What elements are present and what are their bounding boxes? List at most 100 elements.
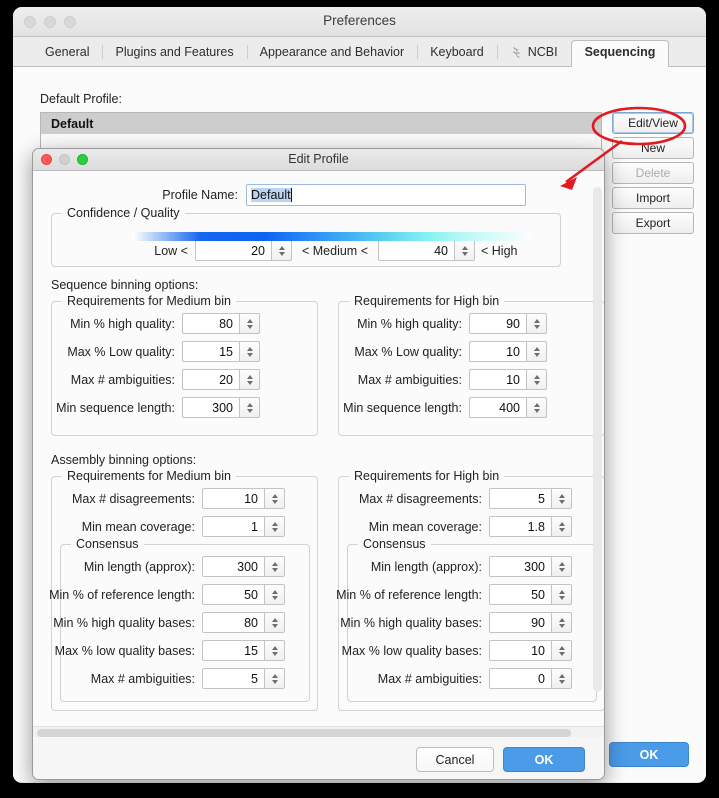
stepper[interactable]: 5: [202, 668, 285, 689]
chevron-up-icon[interactable]: [558, 521, 565, 526]
stepper-buttons[interactable]: [239, 397, 260, 418]
import-button[interactable]: Import: [612, 187, 694, 209]
chevron-up-icon[interactable]: [558, 673, 565, 678]
stepper[interactable]: 10: [469, 341, 547, 362]
list-item[interactable]: Default: [41, 113, 601, 134]
ok-button[interactable]: OK: [503, 747, 585, 772]
chevron-down-icon[interactable]: [533, 352, 540, 357]
chevron-down-icon[interactable]: [246, 352, 253, 357]
field-value[interactable]: 1.8: [489, 516, 551, 537]
field-value[interactable]: 0: [489, 668, 551, 689]
chevron-up-icon[interactable]: [558, 589, 565, 594]
stepper-buttons[interactable]: [271, 240, 292, 261]
edit-view-button[interactable]: Edit/View: [612, 112, 694, 134]
stepper[interactable]: 80: [202, 612, 285, 633]
low-threshold-stepper[interactable]: 20: [195, 240, 292, 261]
stepper[interactable]: 5: [489, 488, 572, 509]
chevron-down-icon[interactable]: [558, 567, 565, 572]
chevron-down-icon[interactable]: [558, 651, 565, 656]
chevron-down-icon[interactable]: [271, 499, 278, 504]
stepper-buttons[interactable]: [264, 640, 285, 661]
high-threshold-stepper[interactable]: 40: [378, 240, 475, 261]
chevron-up-icon[interactable]: [533, 318, 540, 323]
field-value[interactable]: 15: [202, 640, 264, 661]
stepper-buttons[interactable]: [526, 369, 547, 390]
field-value[interactable]: 10: [202, 488, 264, 509]
chevron-down-icon[interactable]: [533, 408, 540, 413]
chevron-down-icon[interactable]: [558, 499, 565, 504]
chevron-down-icon[interactable]: [558, 623, 565, 628]
chevron-up-icon[interactable]: [271, 589, 278, 594]
chevron-up-icon[interactable]: [461, 245, 468, 250]
field-value[interactable]: 300: [489, 556, 551, 577]
stepper[interactable]: 1: [202, 516, 285, 537]
cancel-button[interactable]: Cancel: [416, 747, 494, 772]
chevron-up-icon[interactable]: [558, 617, 565, 622]
tab-ncbi[interactable]: NCBI: [496, 40, 571, 66]
field-value[interactable]: 80: [202, 612, 264, 633]
chevron-down-icon[interactable]: [271, 651, 278, 656]
chevron-down-icon[interactable]: [558, 679, 565, 684]
tab-keyboard[interactable]: Keyboard: [417, 40, 497, 66]
chevron-up-icon[interactable]: [558, 561, 565, 566]
chevron-up-icon[interactable]: [533, 346, 540, 351]
stepper-buttons[interactable]: [551, 556, 572, 577]
stepper-buttons[interactable]: [551, 516, 572, 537]
stepper-buttons[interactable]: [526, 341, 547, 362]
stepper[interactable]: 15: [182, 341, 260, 362]
chevron-up-icon[interactable]: [246, 346, 253, 351]
field-value[interactable]: 5: [202, 668, 264, 689]
horizontal-scrollbar[interactable]: [33, 726, 604, 737]
tab-general[interactable]: General: [32, 40, 102, 66]
field-value[interactable]: 15: [182, 341, 239, 362]
stepper-buttons[interactable]: [526, 397, 547, 418]
field-value[interactable]: 50: [489, 584, 551, 605]
chevron-down-icon[interactable]: [246, 324, 253, 329]
chevron-up-icon[interactable]: [558, 645, 565, 650]
stepper[interactable]: 50: [202, 584, 285, 605]
chevron-up-icon[interactable]: [271, 493, 278, 498]
chevron-up-icon[interactable]: [271, 645, 278, 650]
field-value[interactable]: 10: [469, 369, 526, 390]
stepper[interactable]: 300: [182, 397, 260, 418]
stepper[interactable]: 80: [182, 313, 260, 334]
stepper[interactable]: 0: [489, 668, 572, 689]
chevron-down-icon[interactable]: [271, 623, 278, 628]
chevron-down-icon[interactable]: [246, 380, 253, 385]
chevron-up-icon[interactable]: [533, 402, 540, 407]
stepper[interactable]: 90: [489, 612, 572, 633]
chevron-up-icon[interactable]: [278, 245, 285, 250]
high-threshold-value[interactable]: 40: [378, 240, 454, 261]
chevron-up-icon[interactable]: [271, 521, 278, 526]
stepper[interactable]: 15: [202, 640, 285, 661]
profile-name-input[interactable]: Default: [246, 184, 526, 206]
stepper-buttons[interactable]: [551, 612, 572, 633]
stepper-buttons[interactable]: [264, 516, 285, 537]
field-value[interactable]: 90: [489, 612, 551, 633]
stepper[interactable]: 300: [202, 556, 285, 577]
stepper-buttons[interactable]: [454, 240, 475, 261]
stepper-buttons[interactable]: [526, 313, 547, 334]
tab-plugins-and-features[interactable]: Plugins and Features: [102, 40, 246, 66]
chevron-down-icon[interactable]: [246, 408, 253, 413]
field-value[interactable]: 50: [202, 584, 264, 605]
chevron-up-icon[interactable]: [246, 402, 253, 407]
low-threshold-value[interactable]: 20: [195, 240, 271, 261]
field-value[interactable]: 10: [489, 640, 551, 661]
stepper-buttons[interactable]: [264, 584, 285, 605]
stepper-buttons[interactable]: [264, 488, 285, 509]
chevron-down-icon[interactable]: [271, 679, 278, 684]
chevron-down-icon[interactable]: [461, 251, 468, 256]
stepper[interactable]: 400: [469, 397, 547, 418]
tab-appearance-and-behavior[interactable]: Appearance and Behavior: [246, 40, 418, 66]
chevron-up-icon[interactable]: [246, 374, 253, 379]
stepper[interactable]: 90: [469, 313, 547, 334]
stepper-buttons[interactable]: [264, 612, 285, 633]
new-button[interactable]: New: [612, 137, 694, 159]
chevron-up-icon[interactable]: [271, 561, 278, 566]
stepper-buttons[interactable]: [551, 488, 572, 509]
chevron-down-icon[interactable]: [278, 251, 285, 256]
stepper[interactable]: 20: [182, 369, 260, 390]
field-value[interactable]: 80: [182, 313, 239, 334]
stepper-buttons[interactable]: [239, 369, 260, 390]
